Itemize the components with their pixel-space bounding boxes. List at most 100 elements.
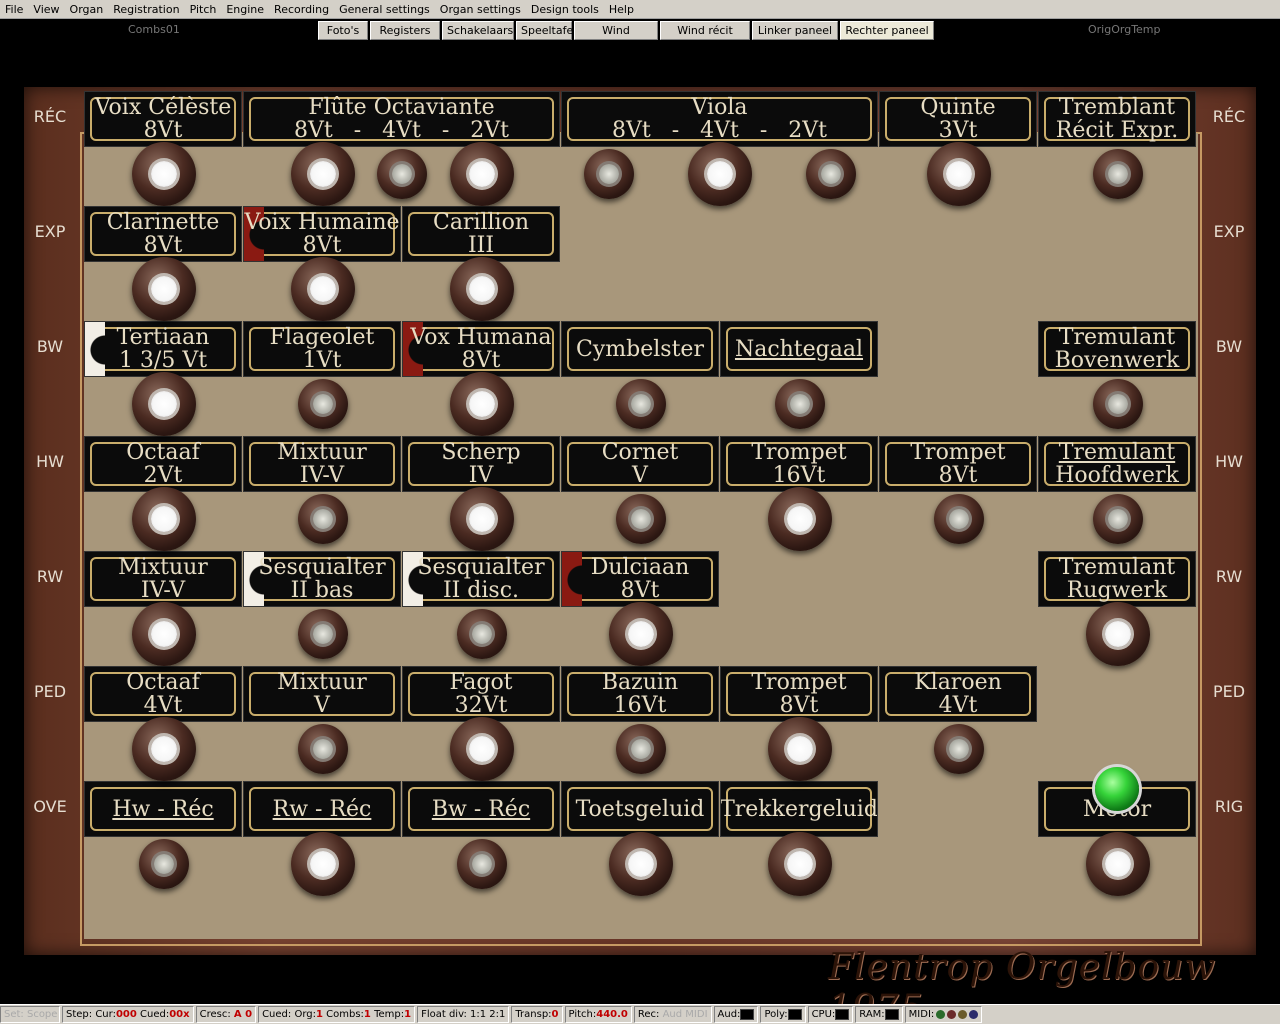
tab-foto-s[interactable]: Foto's — [318, 21, 368, 40]
menu-pitch[interactable]: Pitch — [185, 0, 222, 19]
stop-knob[interactable] — [131, 372, 196, 436]
stop-knob[interactable] — [767, 717, 832, 781]
stop-plaque-octaaf[interactable]: Octaaf 4Vt — [84, 666, 242, 722]
stop-plaque-voix-humaine[interactable]: Voix Humaine 8Vt — [243, 206, 401, 262]
stop-plaque-carillion[interactable]: Carillion III — [402, 206, 560, 262]
stop-knob[interactable] — [933, 724, 984, 774]
stop-knob[interactable] — [449, 257, 514, 321]
stop-knob[interactable] — [933, 494, 984, 544]
stop-knob[interactable] — [131, 717, 196, 781]
stop-plaque-tremulant[interactable]: Tremulant Hoofdwerk — [1038, 436, 1196, 492]
stop-plaque-fagot[interactable]: Fagot 32Vt — [402, 666, 560, 722]
stop-knob[interactable] — [767, 832, 832, 896]
stop-plaque-mixtuur[interactable]: Mixtuur IV-V — [84, 551, 242, 607]
stop-plaque-trompet[interactable]: Trompet 8Vt — [879, 436, 1037, 492]
stop-knob[interactable] — [290, 832, 355, 896]
stop-plaque-flageolet[interactable]: Flageolet 1Vt — [243, 321, 401, 377]
stop-plaque-sesquialter[interactable]: Sesquialter II disc. — [402, 551, 560, 607]
stop-plaque-quinte[interactable]: Quinte 3Vt — [879, 91, 1037, 147]
stop-plaque-tremblant[interactable]: Tremblant Récit Expr. — [1038, 91, 1196, 147]
tab-wind-origineel[interactable]: Wind origineel — [574, 21, 658, 54]
tab-wind-r-cit-expr[interactable]: Wind récit expr — [660, 21, 750, 54]
stop-plaque-mixtuur[interactable]: Mixtuur IV-V — [243, 436, 401, 492]
stop-knob[interactable] — [1092, 379, 1143, 429]
stop-knob[interactable] — [615, 494, 666, 544]
menu-design-tools[interactable]: Design tools — [526, 0, 604, 19]
stop-plaque-trompet[interactable]: Trompet 16Vt — [720, 436, 878, 492]
tab-speeltafel[interactable]: Speeltafel — [516, 21, 576, 40]
stop-knob[interactable] — [297, 379, 348, 429]
stop-knob[interactable] — [1085, 832, 1150, 896]
menu-engine[interactable]: Engine — [221, 0, 269, 19]
stop-knob[interactable] — [290, 257, 355, 321]
stop-knob[interactable] — [131, 487, 196, 551]
stop-knob[interactable] — [297, 609, 348, 659]
menu-help[interactable]: Help — [604, 0, 639, 19]
stop-plaque-cymbelster[interactable]: Cymbelster — [561, 321, 719, 377]
stop-plaque-cornet[interactable]: Cornet V — [561, 436, 719, 492]
tab-rechter-paneel[interactable]: Rechter paneel — [840, 21, 934, 40]
stop-knob[interactable] — [767, 487, 832, 551]
stop-plaque-vox-humana[interactable]: Vox Humana 8Vt — [402, 321, 560, 377]
stop-plaque-tertiaan[interactable]: Tertiaan 1 3/5 Vt — [84, 321, 242, 377]
stop-knob[interactable] — [449, 717, 514, 781]
stop-knob[interactable] — [806, 149, 857, 199]
stop-plaque-dulciaan[interactable]: Dulciaan 8Vt — [561, 551, 719, 607]
stop-plaque-bazuin[interactable]: Bazuin 16Vt — [561, 666, 719, 722]
stop-plaque-toetsgeluid[interactable]: Toetsgeluid — [561, 781, 719, 837]
stop-knob[interactable] — [615, 724, 666, 774]
stop-knob[interactable] — [449, 142, 514, 206]
menu-file[interactable]: File — [0, 0, 28, 19]
stop-plaque-tremulant[interactable]: Tremulant Bovenwerk — [1038, 321, 1196, 377]
stop-knob[interactable] — [131, 257, 196, 321]
stop-plaque-voix-c-l-ste[interactable]: Voix Célèste 8Vt — [84, 91, 242, 147]
stop-plaque-clarinette[interactable]: Clarinette 8Vt — [84, 206, 242, 262]
stop-knob[interactable] — [688, 142, 752, 206]
menu-general-settings[interactable]: General settings — [334, 0, 435, 19]
stop-plaque-nachtegaal[interactable]: Nachtegaal — [720, 321, 878, 377]
set-scope-button[interactable]: Set: Scope — [0, 1006, 60, 1023]
stop-knob[interactable] — [138, 839, 189, 889]
stop-plaque-sesquialter[interactable]: Sesquialter II bas — [243, 551, 401, 607]
stop-knob[interactable] — [456, 609, 507, 659]
menu-organ-settings[interactable]: Organ settings — [435, 0, 526, 19]
stop-knob[interactable] — [449, 487, 514, 551]
stop-knob[interactable] — [583, 149, 634, 199]
menu-view[interactable]: View — [28, 0, 64, 19]
stop-knob[interactable] — [456, 839, 507, 889]
stop-knob[interactable] — [131, 142, 196, 206]
menu-registration[interactable]: Registration — [108, 0, 184, 19]
stop-plaque-hw-r-c[interactable]: Hw - Réc — [84, 781, 242, 837]
stop-knob[interactable] — [774, 379, 825, 429]
stop-plaque-tremulant[interactable]: Tremulant Rugwerk — [1038, 551, 1196, 607]
stop-plaque-klaroen[interactable]: Klaroen 4Vt — [879, 666, 1037, 722]
stop-knob[interactable] — [131, 602, 196, 666]
stop-knob[interactable] — [926, 142, 991, 206]
stop-knob[interactable] — [1092, 149, 1143, 199]
stop-plaque-trompet[interactable]: Trompet 8Vt — [720, 666, 878, 722]
stop-knob[interactable] — [1085, 602, 1150, 666]
stop-plaque-bw-r-c[interactable]: Bw - Réc — [402, 781, 560, 837]
stop-knob[interactable] — [615, 379, 666, 429]
stop-plaque-trekkergeluid[interactable]: Trekkergeluid — [720, 781, 878, 837]
stop-plaque-fl-te-octaviante[interactable]: Flûte Octaviante 8Vt - 4Vt - 2Vt — [243, 91, 560, 147]
menu-organ[interactable]: Organ — [65, 0, 109, 19]
tab-schakelaars[interactable]: Schakelaars — [442, 21, 514, 40]
stop-knob[interactable] — [608, 602, 673, 666]
stop-plaque-mixtuur[interactable]: Mixtuur V — [243, 666, 401, 722]
stop-plaque-scherp[interactable]: Scherp IV — [402, 436, 560, 492]
stop-knob[interactable] — [377, 149, 427, 199]
stop-knob[interactable] — [449, 372, 514, 436]
menu-recording[interactable]: Recording — [269, 0, 334, 19]
stop-knob[interactable] — [297, 494, 348, 544]
stop-knob[interactable] — [290, 142, 355, 206]
tab-registers[interactable]: Registers — [370, 21, 440, 40]
stop-plaque-octaaf[interactable]: Octaaf 2Vt — [84, 436, 242, 492]
stop-knob[interactable] — [608, 832, 673, 896]
stop-plaque-viola[interactable]: Viola 8Vt - 4Vt - 2Vt — [561, 91, 878, 147]
temperament-label: OrigOrgTemp — [1088, 23, 1161, 36]
stop-knob[interactable] — [1092, 494, 1143, 544]
stop-plaque-rw-r-c[interactable]: Rw - Réc — [243, 781, 401, 837]
stop-knob[interactable] — [297, 724, 348, 774]
tab-linker-paneel[interactable]: Linker paneel — [752, 21, 838, 40]
